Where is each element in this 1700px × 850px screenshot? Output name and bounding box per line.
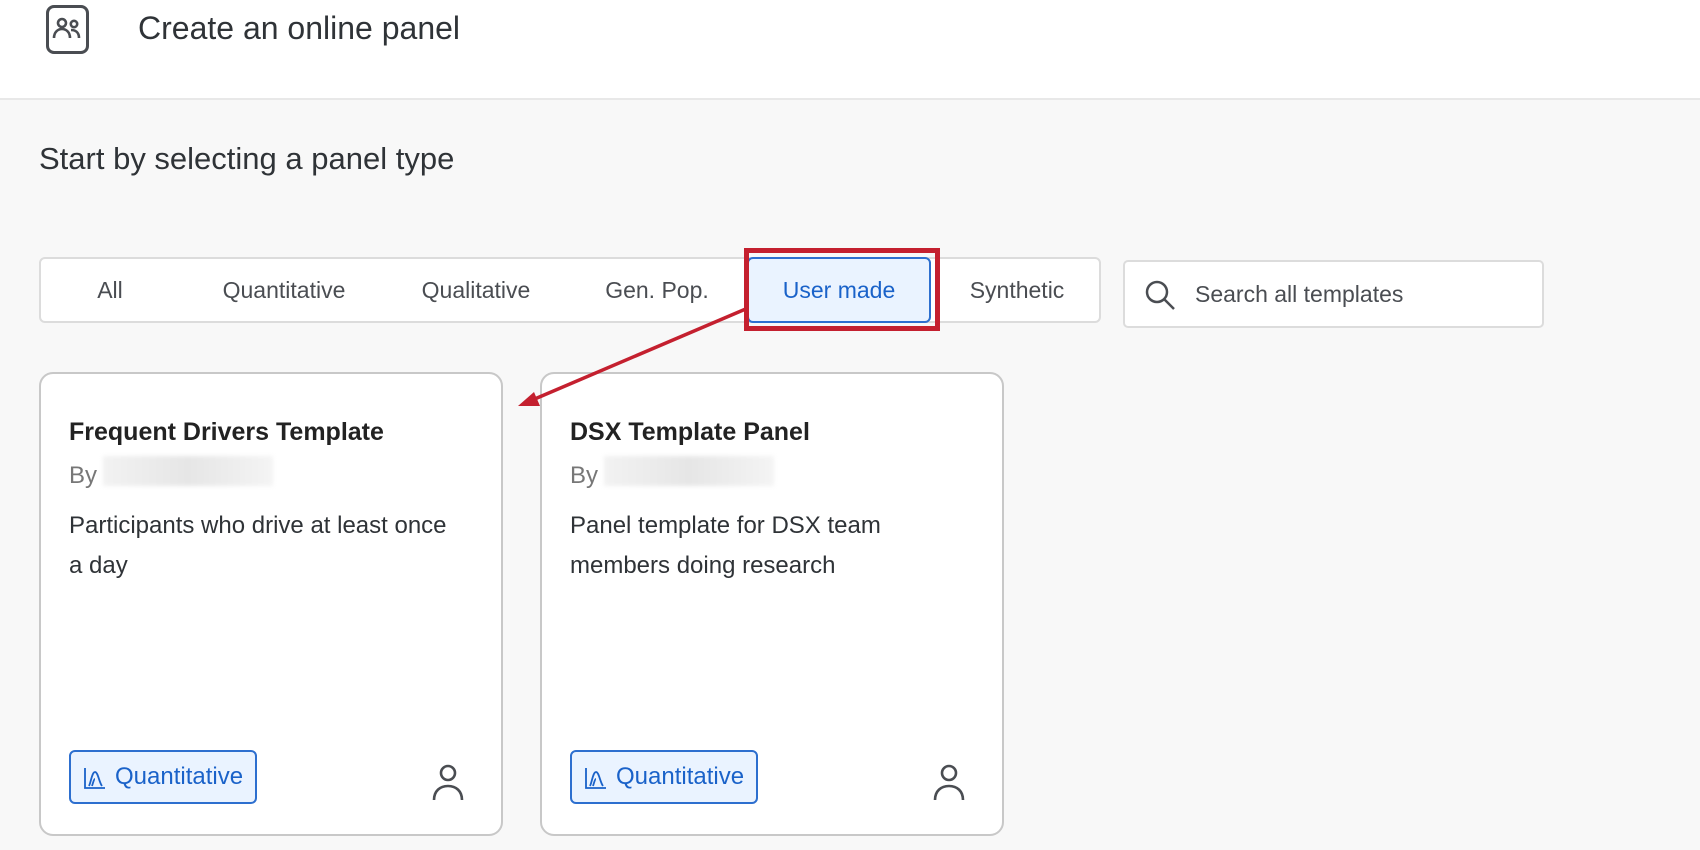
card-description: Panel template for DSX team members doin…: [570, 512, 881, 579]
person-icon: [933, 764, 965, 801]
badge-label: Quantitative: [616, 763, 745, 790]
card-author: By: [69, 462, 98, 489]
template-card[interactable]: Frequent Drivers Template By Participant…: [39, 372, 503, 836]
tab-gen-pop[interactable]: Gen. Pop.: [605, 259, 709, 321]
card-title: DSX Template Panel: [570, 418, 810, 446]
template-card[interactable]: DSX Template Panel By Panel template for…: [540, 372, 1004, 836]
page-header: Create an online panel: [0, 0, 1700, 100]
chart-icon: [585, 768, 606, 789]
card-description: Participants who drive at least once a d…: [69, 512, 447, 579]
person-icon: [432, 764, 464, 801]
page-title: Create an online panel: [138, 10, 461, 46]
card-author: By: [570, 462, 599, 489]
redacted-author: [103, 456, 273, 486]
highlight-box: [744, 248, 940, 331]
search-input[interactable]: [1195, 272, 1525, 316]
tab-qualitative[interactable]: Qualitative: [422, 259, 531, 321]
panel-type-tabs: All Quantitative Qualitative Gen. Pop. U…: [39, 257, 1101, 323]
badge-label: Quantitative: [115, 763, 244, 790]
search-icon: [1145, 280, 1175, 310]
type-badge: Quantitative: [570, 750, 759, 804]
tab-all[interactable]: All: [97, 259, 123, 321]
search-box[interactable]: [1123, 260, 1544, 328]
redacted-author: [604, 456, 774, 486]
section-heading: Start by selecting a panel type: [39, 141, 455, 176]
chart-icon: [84, 768, 105, 789]
people-icon: [46, 5, 89, 54]
type-badge: Quantitative: [69, 750, 258, 804]
tab-synthetic[interactable]: Synthetic: [970, 259, 1065, 321]
tab-quantitative[interactable]: Quantitative: [223, 259, 346, 321]
card-title: Frequent Drivers Template: [69, 418, 384, 446]
